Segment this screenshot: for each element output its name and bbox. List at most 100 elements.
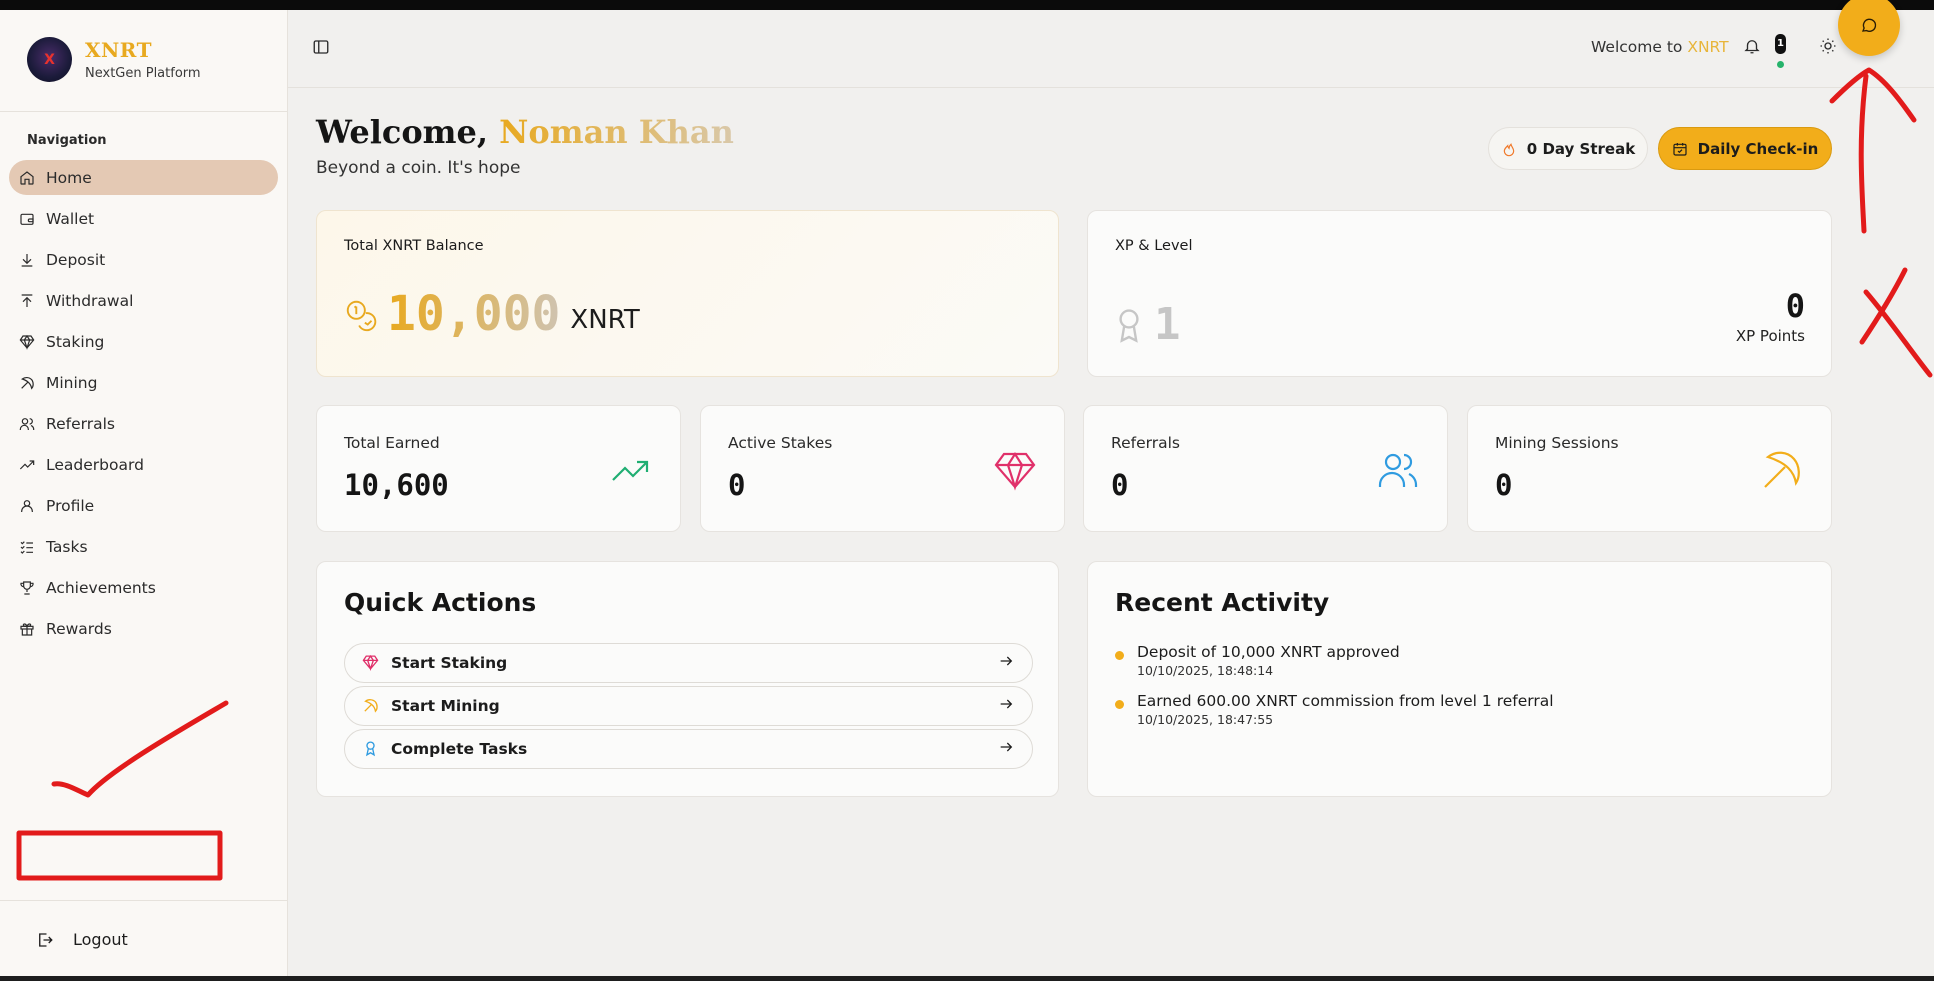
complete-tasks-button[interactable]: Complete Tasks	[344, 729, 1033, 769]
header-welcome-prefix: Welcome to	[1591, 38, 1683, 56]
calendar-check-icon	[1673, 142, 1687, 156]
theme-toggle-button[interactable]	[1819, 37, 1839, 57]
gift-icon	[18, 620, 36, 638]
sidebar-item-withdrawal[interactable]: Withdrawal	[9, 283, 278, 318]
online-status-dot	[1777, 61, 1784, 68]
sidebar-item-deposit[interactable]: Deposit	[9, 242, 278, 277]
sidebar-item-label: Tasks	[46, 537, 88, 556]
annotation-x-2	[1863, 289, 1933, 378]
message-circle-icon	[1861, 18, 1877, 32]
arrow-right-icon	[998, 739, 1014, 759]
stat-card-mining-sessions: Mining Sessions 0	[1467, 405, 1832, 532]
coins-icon	[343, 297, 381, 339]
stat-value: 10,600	[344, 468, 449, 502]
balance-value: 10,000	[387, 286, 561, 342]
gem-icon	[362, 654, 380, 672]
home-icon	[18, 169, 36, 187]
sidebar-nav: Home Wallet Deposit Withdrawal Staking M…	[9, 160, 278, 652]
sidebar-item-home[interactable]: Home	[9, 160, 278, 195]
sidebar-item-profile[interactable]: Profile	[9, 488, 278, 523]
start-staking-button[interactable]: Start Staking	[344, 643, 1033, 683]
arrow-right-icon	[998, 653, 1014, 673]
top-header: Welcome to XNRT 1	[288, 10, 1934, 88]
quick-action-label: Start Mining	[391, 697, 500, 715]
sidebar-item-label: Staking	[46, 332, 105, 351]
day-streak-button[interactable]: 0 Day Streak	[1488, 127, 1648, 170]
balance-label: Total XNRT Balance	[344, 238, 484, 254]
stat-value: 0	[728, 468, 746, 502]
sun-icon	[1820, 38, 1836, 54]
sidebar-item-label: Referrals	[46, 414, 115, 433]
logout-button[interactable]: Logout	[36, 930, 128, 949]
quick-actions-list: Start Staking Start Mining Complete Task…	[344, 643, 1033, 772]
window-bottom-strip	[0, 976, 1934, 981]
stat-label: Active Stakes	[728, 434, 833, 452]
trending-up-icon	[609, 448, 653, 492]
sidebar-item-achievements[interactable]: Achievements	[9, 570, 278, 605]
bell-icon	[1744, 40, 1760, 54]
notifications-button[interactable]	[1743, 37, 1765, 59]
gem-icon	[993, 448, 1037, 492]
arrow-right-icon	[998, 696, 1014, 716]
stat-label: Total Earned	[344, 434, 440, 452]
logout-icon	[39, 932, 53, 947]
nav-heading: Navigation	[27, 133, 107, 148]
header-welcome: Welcome to XNRT	[1591, 38, 1729, 56]
sidebar-item-leaderboard[interactable]: Leaderboard	[9, 447, 278, 482]
pickaxe-icon	[1760, 448, 1804, 492]
annotation-x-1	[1859, 267, 1908, 345]
sidebar: X XNRT NextGen Platform Navigation Home …	[0, 10, 288, 976]
sidebar-item-label: Achievements	[46, 578, 156, 597]
annotation-arrow-shaft	[1858, 73, 1869, 234]
page-title: Welcome, Noman Khan	[316, 113, 734, 151]
daily-checkin-label: Daily Check-in	[1697, 139, 1819, 158]
brand-name: XNRT	[85, 38, 152, 62]
flame-icon	[1503, 142, 1515, 156]
window-top-strip	[0, 0, 1934, 10]
balance-card: Total XNRT Balance 10,000 XNRT	[316, 210, 1059, 377]
award-icon	[362, 740, 380, 758]
stat-label: Mining Sessions	[1495, 434, 1619, 452]
list-item: Earned 600.00 XNRT commission from level…	[1115, 692, 1554, 727]
stat-label: Referrals	[1111, 434, 1180, 452]
brand-logo-mark: X	[44, 51, 55, 68]
activity-time: 10/10/2025, 18:47:55	[1137, 712, 1274, 727]
award-icon	[1119, 308, 1139, 343]
quick-actions-card: Quick Actions Start Staking Start Mining…	[316, 561, 1059, 797]
day-streak-label: 0 Day Streak	[1526, 139, 1636, 158]
sidebar-item-wallet[interactable]: Wallet	[9, 201, 278, 236]
sidebar-item-rewards[interactable]: Rewards	[9, 611, 278, 646]
sidebar-item-referrals[interactable]: Referrals	[9, 406, 278, 441]
brand-subtitle: NextGen Platform	[85, 66, 201, 81]
xp-points-value: 0	[1785, 287, 1805, 325]
brand-logo: X	[27, 37, 72, 82]
gem-icon	[18, 333, 36, 351]
daily-checkin-button[interactable]: Daily Check-in	[1658, 127, 1832, 170]
upload-icon	[18, 292, 36, 310]
list-item: Deposit of 10,000 XNRT approved 10/10/20…	[1115, 643, 1554, 678]
stat-card-referrals: Referrals 0	[1083, 405, 1448, 532]
level-value: 1	[1154, 299, 1181, 350]
sidebar-item-staking[interactable]: Staking	[9, 324, 278, 359]
start-mining-button[interactable]: Start Mining	[344, 686, 1033, 726]
sidebar-item-label: Leaderboard	[46, 455, 144, 474]
brand[interactable]: X XNRT NextGen Platform	[27, 37, 201, 82]
sidebar-item-label: Deposit	[46, 250, 106, 269]
header-welcome-brand: XNRT	[1687, 38, 1729, 56]
user-icon	[18, 497, 36, 515]
xp-label: XP & Level	[1115, 238, 1193, 254]
download-icon	[18, 251, 36, 269]
checklist-icon	[18, 538, 36, 556]
activity-text: Deposit of 10,000 XNRT approved	[1137, 643, 1400, 661]
sidebar-item-label: Rewards	[46, 619, 112, 638]
pickaxe-icon	[18, 374, 36, 392]
notification-badge: 1	[1775, 34, 1786, 54]
quick-action-label: Complete Tasks	[391, 740, 528, 758]
recent-activity-title: Recent Activity	[1115, 588, 1330, 617]
sidebar-item-mining[interactable]: Mining	[9, 365, 278, 400]
sidebar-item-tasks[interactable]: Tasks	[9, 529, 278, 564]
sidebar-toggle-button[interactable]	[312, 38, 332, 58]
balance-unit: XNRT	[570, 305, 640, 335]
sidebar-item-label: Mining	[46, 373, 98, 392]
activity-time: 10/10/2025, 18:48:14	[1137, 663, 1274, 678]
